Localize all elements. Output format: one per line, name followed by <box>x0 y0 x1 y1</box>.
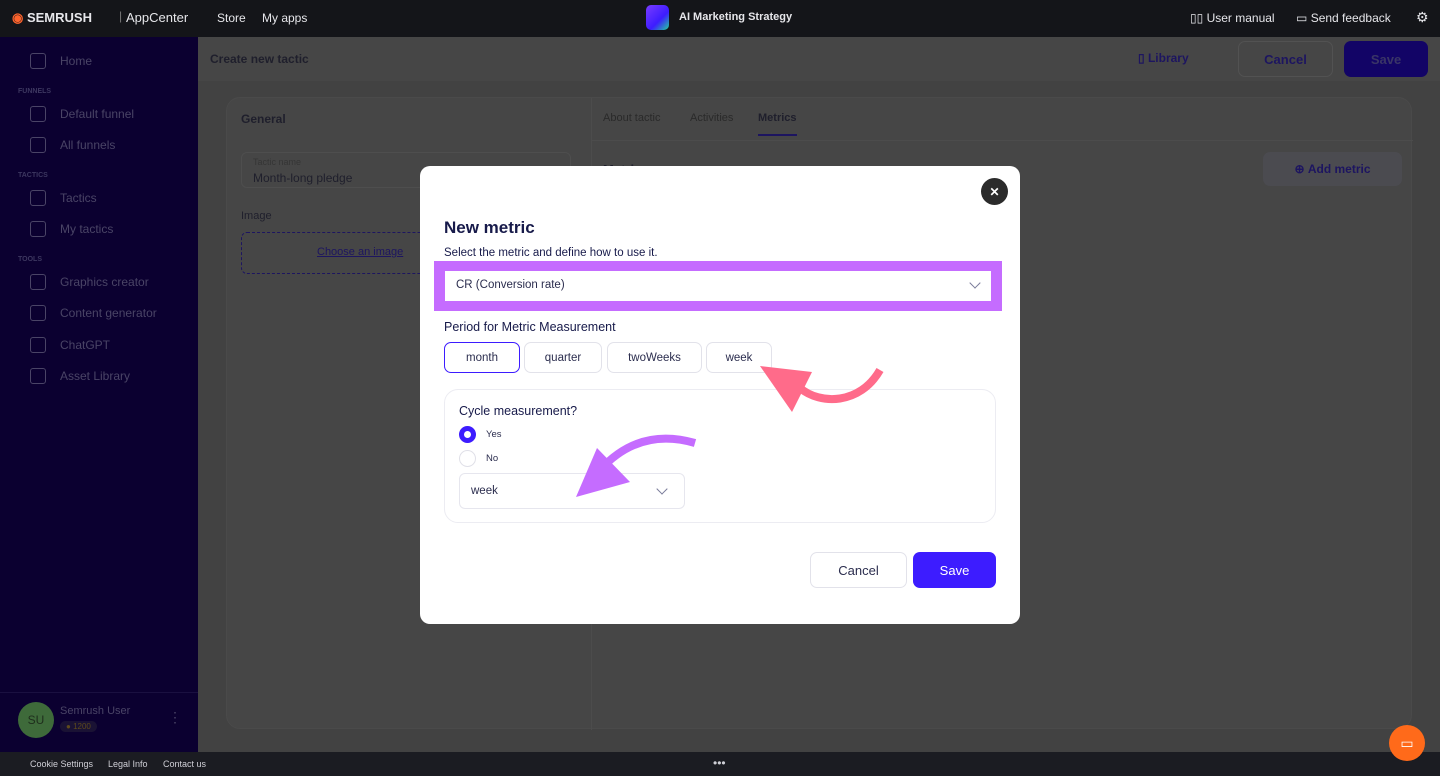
pink-arrow-icon <box>797 367 884 403</box>
annotation-arrows <box>576 366 884 497</box>
purple-arrow-icon <box>597 434 697 473</box>
